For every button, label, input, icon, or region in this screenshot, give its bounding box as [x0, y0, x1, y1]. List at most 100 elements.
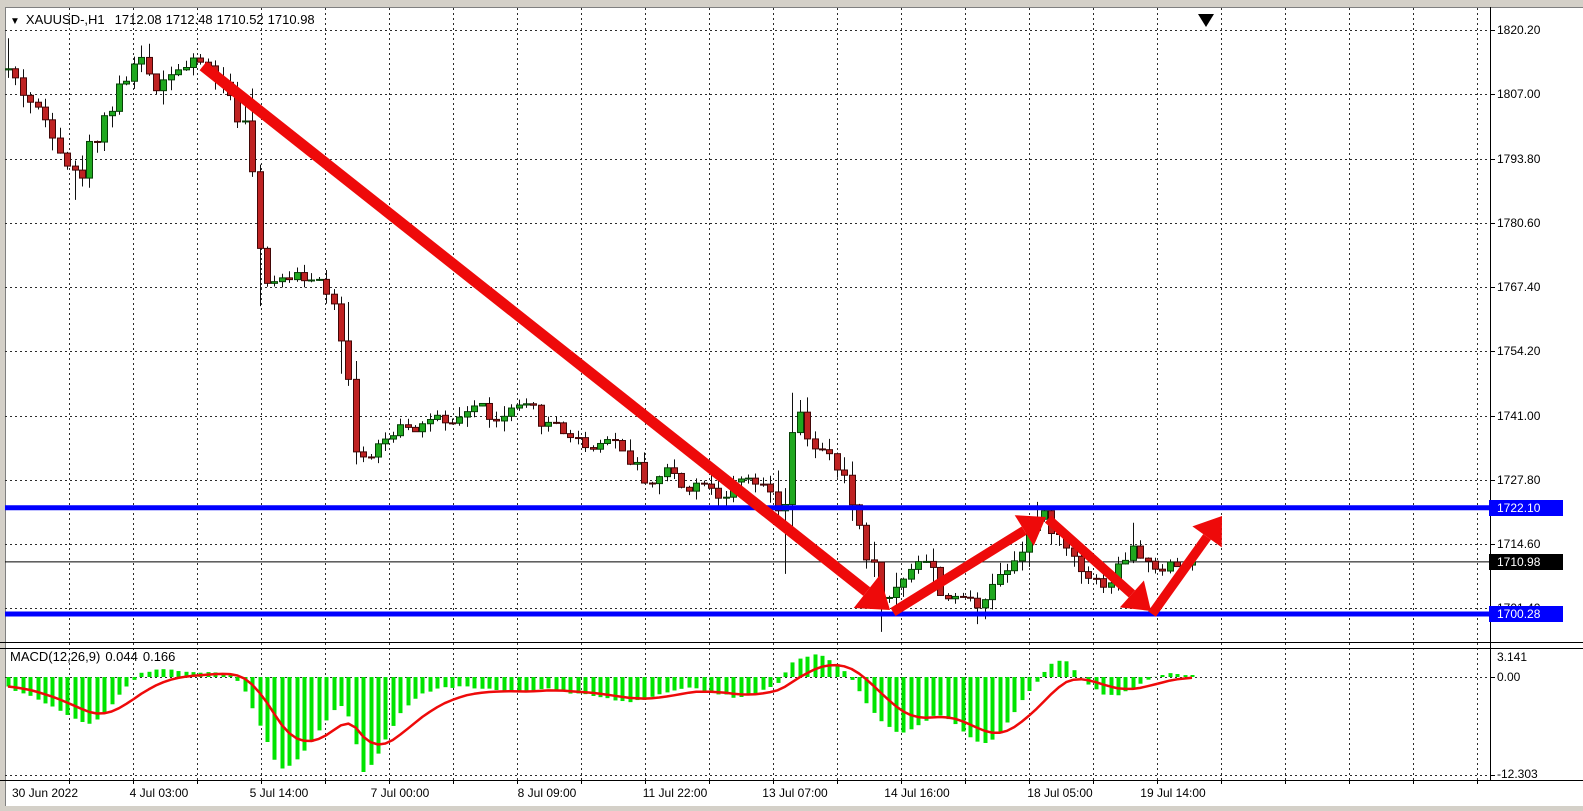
- bearish-candle: [65, 153, 71, 166]
- bearish-candle: [43, 107, 49, 120]
- bullish-candle: [1168, 562, 1174, 571]
- bullish-candle: [909, 569, 915, 579]
- bullish-candle: [739, 479, 745, 482]
- bullish-candle: [383, 439, 389, 444]
- bullish-candle: [398, 425, 404, 436]
- bearish-candle: [531, 404, 537, 405]
- bullish-candle: [391, 436, 397, 439]
- bearish-candle: [975, 598, 981, 608]
- bearish-candle: [13, 69, 19, 78]
- bullish-candle: [524, 404, 530, 405]
- bullish-candle: [746, 478, 752, 479]
- bearish-candle: [443, 415, 449, 423]
- bearish-candle: [1153, 561, 1159, 569]
- bullish-candle: [1123, 560, 1129, 564]
- bearish-candle: [642, 462, 648, 483]
- bullish-candle: [87, 141, 93, 178]
- bearish-candle: [864, 525, 870, 560]
- bullish-candle: [598, 443, 604, 449]
- bullish-candle: [724, 497, 730, 498]
- bullish-candle: [916, 562, 922, 570]
- bullish-candle: [457, 417, 463, 423]
- bearish-candle: [931, 561, 937, 567]
- bearish-candle: [324, 279, 330, 294]
- bullish-candle: [1131, 546, 1137, 560]
- bullish-candle: [132, 64, 138, 81]
- bullish-candle: [1020, 552, 1026, 561]
- bearish-candle: [58, 138, 64, 153]
- bullish-candle: [480, 403, 486, 405]
- bullish-candle: [184, 68, 190, 70]
- bearish-candle: [369, 457, 375, 458]
- bullish-candle: [635, 462, 641, 464]
- bearish-candle: [561, 423, 567, 434]
- bullish-candle: [102, 116, 108, 142]
- price-chart-canvas[interactable]: [0, 0, 1583, 811]
- bearish-candle: [650, 483, 656, 484]
- bullish-candle: [191, 58, 197, 67]
- bullish-candle: [435, 415, 441, 419]
- bullish-candle: [894, 587, 900, 597]
- bearish-candle: [768, 484, 774, 492]
- bearish-candle: [1146, 558, 1152, 561]
- bullish-candle: [295, 273, 301, 280]
- bearish-candle: [827, 450, 833, 454]
- bearish-candle: [50, 120, 56, 138]
- bearish-candle: [702, 483, 708, 484]
- bearish-candle: [406, 425, 412, 428]
- bullish-candle: [983, 600, 989, 608]
- bullish-candle: [1005, 571, 1011, 575]
- bullish-candle: [243, 121, 249, 122]
- bearish-candle: [80, 170, 86, 178]
- bullish-candle: [990, 584, 996, 599]
- bearish-candle: [709, 484, 715, 488]
- bullish-candle: [169, 75, 175, 80]
- bearish-candle: [450, 423, 456, 424]
- bullish-candle: [887, 597, 893, 598]
- bearish-candle: [835, 454, 841, 470]
- bullish-candle: [139, 57, 145, 64]
- bearish-candle: [346, 341, 352, 379]
- bullish-candle: [6, 69, 12, 70]
- bearish-candle: [95, 141, 101, 142]
- bullish-candle: [694, 483, 700, 491]
- bullish-candle: [901, 579, 907, 587]
- bullish-candle: [509, 408, 515, 416]
- bearish-candle: [620, 441, 626, 451]
- bearish-candle: [147, 57, 153, 73]
- bullish-candle: [546, 422, 552, 426]
- bearish-candle: [28, 95, 34, 102]
- bearish-candle: [820, 449, 826, 450]
- bearish-candle: [576, 438, 582, 439]
- bullish-candle: [605, 440, 611, 444]
- bearish-candle: [332, 294, 338, 304]
- bullish-candle: [420, 424, 426, 432]
- bearish-candle: [250, 121, 256, 172]
- bullish-candle: [1012, 561, 1018, 571]
- bearish-candle: [961, 596, 967, 597]
- bearish-candle: [591, 448, 597, 450]
- bearish-candle: [265, 248, 271, 283]
- bullish-candle: [161, 80, 167, 91]
- bearish-candle: [946, 595, 952, 598]
- bearish-candle: [36, 102, 42, 107]
- bearish-candle: [583, 438, 589, 448]
- bearish-candle: [539, 405, 545, 426]
- bullish-candle: [657, 477, 663, 484]
- bearish-candle: [287, 278, 293, 280]
- bullish-candle: [117, 84, 123, 111]
- bullish-candle: [472, 406, 478, 412]
- bearish-candle: [1175, 562, 1181, 567]
- bearish-candle: [872, 560, 878, 562]
- bearish-candle: [813, 439, 819, 449]
- bearish-candle: [672, 468, 678, 474]
- bearish-candle: [568, 434, 574, 438]
- bullish-candle: [376, 444, 382, 457]
- bullish-candle: [798, 412, 804, 432]
- bullish-candle: [953, 596, 959, 598]
- bullish-candle: [110, 111, 116, 115]
- bullish-candle: [317, 279, 323, 280]
- bearish-candle: [805, 412, 811, 439]
- bullish-candle: [465, 412, 471, 417]
- bullish-candle: [309, 280, 315, 281]
